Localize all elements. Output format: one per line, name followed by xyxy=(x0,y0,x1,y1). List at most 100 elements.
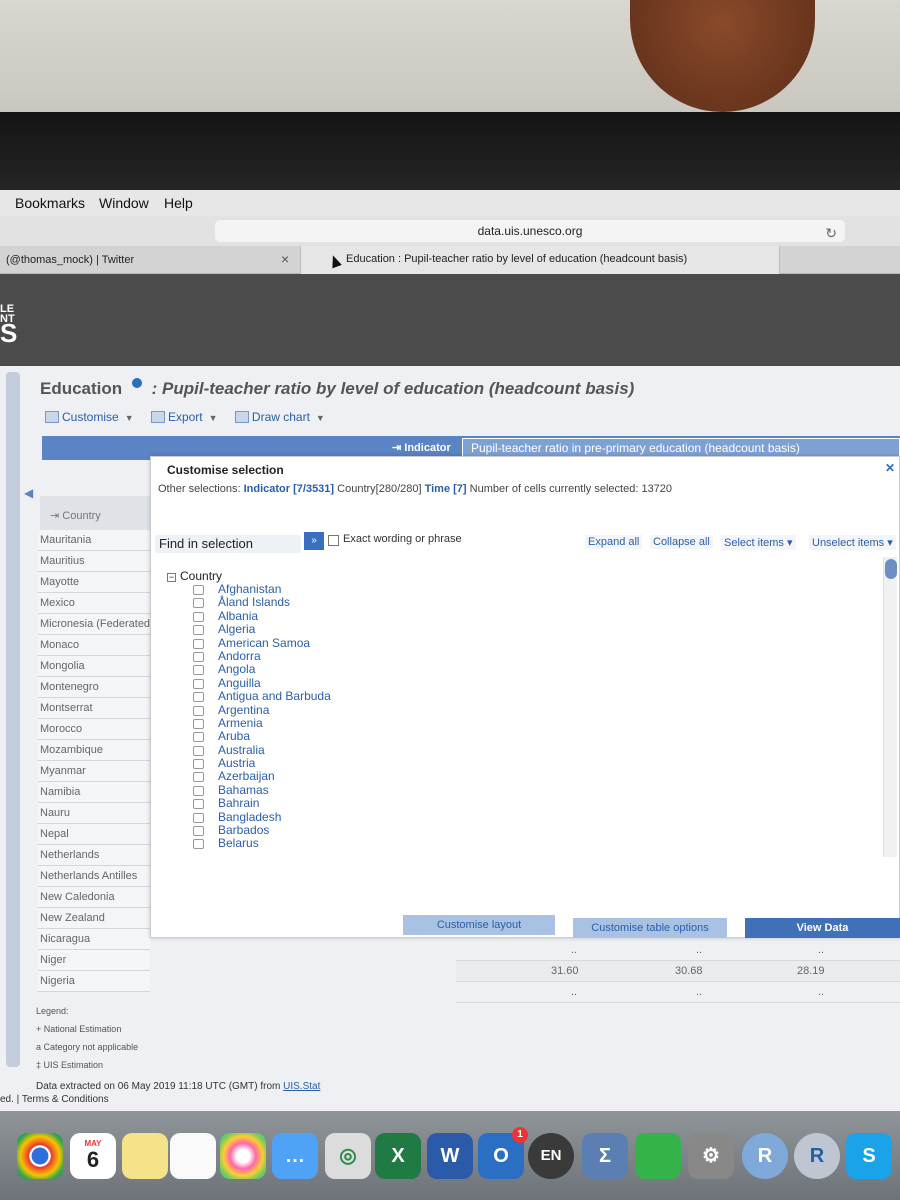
checkbox[interactable] xyxy=(193,745,204,756)
checkbox[interactable] xyxy=(193,638,204,649)
select-items-button[interactable]: Select items ▾ xyxy=(721,535,796,550)
menu-window[interactable]: Window xyxy=(99,195,149,211)
list-item[interactable]: Aruba xyxy=(191,730,331,743)
checkbox[interactable] xyxy=(193,732,204,743)
checkbox[interactable] xyxy=(193,598,204,609)
list-item[interactable]: Belarus xyxy=(191,837,331,850)
tab-twitter[interactable]: (@thomas_mock) | Twitter xyxy=(0,246,300,274)
site-header: LE NT S xyxy=(0,274,900,366)
facetime-icon[interactable] xyxy=(635,1133,681,1179)
messages-icon[interactable]: … xyxy=(272,1133,318,1179)
checkbox[interactable] xyxy=(193,692,204,703)
country-column-header[interactable]: ⇥ Country xyxy=(40,496,150,530)
list-item: Mauritania xyxy=(38,530,150,551)
collapse-node-icon[interactable]: − xyxy=(167,573,176,582)
list-item[interactable]: Australia xyxy=(191,743,331,757)
address-bar[interactable]: data.uis.unesco.org ↻ xyxy=(215,220,845,242)
find-in-selection-input[interactable]: Find in selection xyxy=(155,535,301,553)
checkbox[interactable] xyxy=(193,651,204,662)
list-item[interactable]: Austria xyxy=(191,757,331,770)
list-item[interactable]: Argentina xyxy=(191,703,331,717)
outlook-icon[interactable]: O 1 xyxy=(478,1127,528,1179)
list-item[interactable]: Armenia xyxy=(191,716,331,730)
checkbox[interactable] xyxy=(193,678,204,689)
checkbox[interactable] xyxy=(193,759,204,770)
checkbox[interactable] xyxy=(193,799,204,810)
checkbox[interactable] xyxy=(193,718,204,729)
scrollbar-thumb[interactable] xyxy=(885,559,897,579)
tree-root-country[interactable]: − Country xyxy=(167,569,222,583)
checkbox[interactable] xyxy=(193,839,204,850)
time-selection-link[interactable]: Time [7] xyxy=(425,483,467,495)
list-item[interactable]: Bahamas xyxy=(191,783,331,797)
indicator-select[interactable]: Pupil-teacher ratio in pre-primary educa… xyxy=(462,438,900,458)
list-item[interactable]: Albania xyxy=(191,609,331,623)
list-item[interactable]: Angola xyxy=(191,663,331,676)
draw-chart-button[interactable]: Draw chart ▼ xyxy=(234,410,325,424)
list-item[interactable]: Bahrain xyxy=(191,797,331,810)
site-logo[interactable]: LE NT S xyxy=(0,304,17,347)
tab-education[interactable]: Education : Pupil-teacher ratio by level… xyxy=(300,246,780,274)
menubar: Bookmarks Window Help xyxy=(0,190,900,216)
list-item: Namibia xyxy=(38,782,150,803)
list-item[interactable]: Åland Islands xyxy=(191,596,331,609)
menu-bookmarks[interactable]: Bookmarks xyxy=(15,195,85,211)
checkbox[interactable] xyxy=(193,585,204,595)
calendar-icon[interactable]: MAY 6 xyxy=(70,1133,116,1179)
expand-all-button[interactable]: Expand all xyxy=(585,535,643,549)
reminders-icon[interactable] xyxy=(170,1133,216,1179)
checkbox[interactable] xyxy=(193,665,204,676)
globe-icon[interactable]: ◎ xyxy=(325,1133,371,1179)
search-go-button[interactable]: » xyxy=(304,532,324,550)
sigma-icon[interactable]: Σ xyxy=(582,1133,628,1179)
customise-table-options-button[interactable]: Customise table options xyxy=(573,918,727,938)
list-item[interactable]: Barbados xyxy=(191,824,331,837)
customise-layout-button[interactable]: Customise layout xyxy=(403,915,555,935)
indicator-selection-link[interactable]: Indicator [7/3531] xyxy=(244,483,334,495)
list-item[interactable]: Andorra xyxy=(191,649,331,663)
checkbox[interactable] xyxy=(193,705,204,716)
uis-stat-link[interactable]: UIS.Stat xyxy=(283,1081,320,1092)
list-item[interactable]: Azerbaijan xyxy=(191,770,331,783)
list-item[interactable]: American Samoa xyxy=(191,636,331,650)
reload-icon[interactable]: ↻ xyxy=(825,222,837,244)
left-collapse-rail[interactable] xyxy=(6,372,20,1067)
exact-wording-label: Exact wording or phrase xyxy=(343,533,462,545)
rstudio-icon[interactable]: R xyxy=(742,1133,788,1179)
info-icon[interactable] xyxy=(131,378,142,388)
checkbox[interactable] xyxy=(193,826,204,837)
photos-icon[interactable] xyxy=(220,1133,266,1179)
checkbox[interactable] xyxy=(193,611,204,622)
legend-item: ‡ UIS Estimation xyxy=(36,1060,104,1070)
list-item[interactable]: Anguilla xyxy=(191,676,331,690)
customise-button[interactable]: Customise ▼ xyxy=(45,410,134,424)
view-data-button[interactable]: View Data xyxy=(745,918,900,938)
unselect-items-button[interactable]: Unselect items ▾ xyxy=(809,535,896,550)
checkbox[interactable] xyxy=(193,785,204,796)
export-button[interactable]: Export ▼ xyxy=(150,410,218,424)
close-icon[interactable]: ✕ xyxy=(885,461,895,475)
exact-wording-checkbox[interactable] xyxy=(328,535,339,546)
terms-link[interactable]: ed. | Terms & Conditions xyxy=(0,1094,109,1105)
list-item[interactable]: Bangladesh xyxy=(191,810,331,824)
skype-icon[interactable]: S xyxy=(846,1133,892,1179)
list-item[interactable]: Algeria xyxy=(191,623,331,636)
notes-icon[interactable] xyxy=(122,1133,168,1179)
list-item[interactable]: Antigua and Barbuda xyxy=(191,690,331,703)
gear-icon[interactable]: ⚙ xyxy=(688,1133,734,1179)
calendar-month: MAY xyxy=(84,1139,102,1148)
checkbox[interactable] xyxy=(193,625,204,636)
close-tab-icon[interactable]: × xyxy=(281,251,289,267)
collapse-all-button[interactable]: Collapse all xyxy=(650,535,713,549)
checkbox[interactable] xyxy=(193,772,204,783)
word-icon[interactable]: W xyxy=(427,1133,473,1179)
scrollbar[interactable] xyxy=(883,557,897,857)
action-toolbar: Customise ▼ Export ▼ Draw chart ▼ xyxy=(45,410,339,424)
r-icon[interactable]: R xyxy=(794,1133,840,1179)
language-icon[interactable]: EN xyxy=(528,1133,574,1179)
collapse-left-icon[interactable]: ◀ xyxy=(24,486,33,500)
chrome-icon[interactable] xyxy=(17,1133,63,1179)
checkbox[interactable] xyxy=(193,812,204,823)
excel-icon[interactable]: X xyxy=(375,1133,421,1179)
menu-help[interactable]: Help xyxy=(164,195,193,211)
